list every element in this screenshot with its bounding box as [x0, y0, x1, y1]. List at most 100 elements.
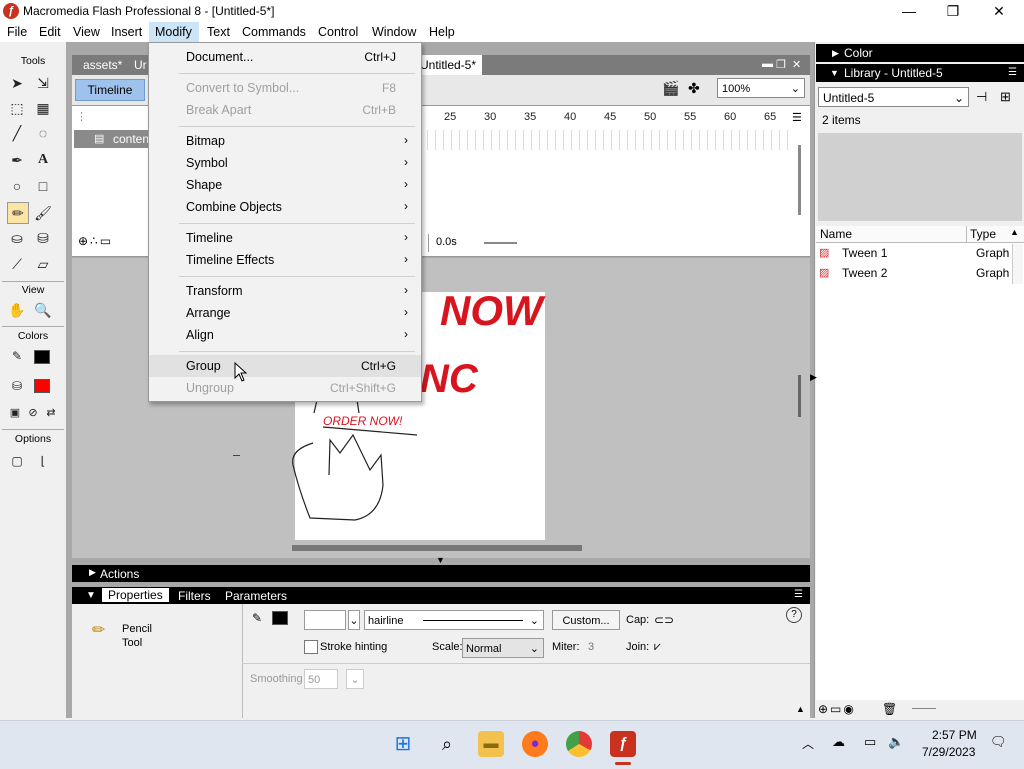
panel-options-icon[interactable]: ☰ — [1008, 64, 1017, 82]
brush-tool-icon[interactable]: 🖌 — [32, 202, 54, 224]
chevron-down-icon[interactable]: ⌄ — [348, 610, 360, 630]
tab-filters[interactable]: Filters — [178, 589, 211, 603]
sort-icon[interactable]: ▲ — [1010, 227, 1019, 237]
resize-icon[interactable]: ▲ — [796, 704, 805, 714]
menu-insert[interactable]: Insert — [111, 25, 142, 39]
rectangle-tool-icon[interactable]: □ — [32, 175, 54, 197]
new-library-panel-icon[interactable]: ⊞ — [1000, 89, 1011, 105]
layer-buttons-icons[interactable]: ⊕∴▭ — [78, 234, 113, 248]
library-footer-icons[interactable]: ⊕▭◉ — [818, 702, 856, 716]
stroke-color-swatch[interactable] — [272, 611, 288, 625]
free-transform-tool-icon[interactable]: ⬚ — [6, 97, 28, 119]
maximize-button[interactable]: ❐ — [930, 0, 976, 22]
panel-collapse-icon[interactable]: ▼ — [436, 555, 445, 565]
windows-start-icon[interactable]: ⊞ — [390, 731, 416, 757]
eraser-tool-icon[interactable]: ▱ — [32, 253, 54, 275]
stage-hscroll[interactable] — [292, 545, 582, 551]
actions-panel-header[interactable]: ▶ Actions — [72, 565, 810, 582]
minimize-button[interactable]: — — [886, 0, 932, 22]
list-item[interactable]: ▨ Tween 2 Graph — [816, 265, 1014, 283]
color-panel-header[interactable]: ▶ Color — [816, 44, 1024, 62]
edit-scene-icon[interactable]: 🎬 — [662, 80, 679, 97]
tab-parameters[interactable]: Parameters — [225, 589, 287, 603]
firefox-icon[interactable]: ● — [522, 731, 548, 757]
layer-row[interactable]: ▤ conten — [74, 130, 149, 148]
doc-close-icon[interactable]: ✕ — [792, 58, 801, 71]
stroke-hinting-checkbox[interactable] — [304, 640, 318, 654]
chevron-down-icon[interactable]: ⌄ — [346, 669, 364, 689]
stroke-style-select[interactable]: hairline ⌄ — [364, 610, 544, 630]
menu-window[interactable]: Window — [372, 25, 416, 39]
pencil-tool-icon[interactable]: ✏ — [7, 202, 29, 224]
col-type-header[interactable]: Type — [970, 227, 996, 241]
custom-button[interactable]: Custom... — [552, 610, 620, 630]
stroke-color-swatch[interactable] — [34, 350, 50, 364]
menu-item-break-apart[interactable]: Break Apart Ctrl+B — [149, 99, 421, 121]
selection-tool-icon[interactable]: ➤ — [6, 72, 28, 94]
help-icon[interactable]: ? — [786, 607, 802, 623]
menu-item-convert-to-symbol[interactable]: Convert to Symbol... F8 — [149, 77, 421, 99]
ink-bottle-tool-icon[interactable]: ⛀ — [6, 227, 28, 249]
close-button[interactable]: ✕ — [976, 0, 1022, 22]
pin-library-icon[interactable]: ⊣ — [976, 89, 987, 105]
hand-tool-icon[interactable]: ✋ — [6, 299, 28, 321]
doc-tab-untitled[interactable]: Ur — [134, 58, 147, 72]
smoothing-input[interactable]: 50 — [304, 669, 338, 689]
menu-item-ungroup[interactable]: Ungroup Ctrl+Shift+G — [149, 377, 421, 399]
network-off-icon[interactable]: ☁ — [832, 734, 845, 750]
text-tool-icon[interactable]: A — [32, 149, 54, 171]
stage-text-now[interactable]: NOW — [440, 287, 543, 335]
stroke-height-input[interactable] — [304, 610, 346, 630]
subselection-tool-icon[interactable]: ⇲ — [32, 72, 54, 94]
doc-tab-assets[interactable]: assets* — [83, 58, 122, 72]
menu-edit[interactable]: Edit — [39, 25, 61, 39]
stage-pencil-drawing[interactable] — [285, 395, 435, 525]
menu-item-timeline[interactable]: Timeline › — [149, 227, 421, 249]
zoom-select[interactable]: 100% ⌄ — [717, 78, 805, 98]
chevron-up-icon[interactable]: ︿ — [802, 735, 814, 752]
line-tool-icon[interactable]: ╱ — [6, 122, 28, 144]
timeline-menu-icon[interactable]: ☰ — [792, 111, 802, 124]
menu-item-group[interactable]: Group Ctrl+G — [149, 355, 421, 377]
eyedropper-tool-icon[interactable]: ⟋ — [6, 253, 28, 275]
lasso-tool-icon[interactable]: ◌ — [32, 122, 54, 144]
edit-symbols-icon[interactable]: ✤ — [688, 80, 700, 97]
oval-tool-icon[interactable]: ○ — [6, 175, 28, 197]
gradient-transform-tool-icon[interactable]: ▦ — [32, 97, 54, 119]
panel-options-icon[interactable]: ☰ — [794, 589, 803, 600]
doc-min-icon[interactable]: ▬ — [762, 58, 773, 70]
menu-view[interactable]: View — [73, 25, 100, 39]
library-panel-header[interactable]: ▼ Library - Untitled-5 ☰ — [816, 64, 1024, 82]
join-select-icon[interactable]: ⩗ — [654, 639, 661, 654]
stage-vscroll[interactable] — [798, 375, 801, 417]
notifications-icon[interactable]: 🗨 — [990, 734, 1007, 750]
paint-bucket-tool-icon[interactable]: ⛁ — [32, 227, 54, 249]
col-name-header[interactable]: Name — [820, 227, 852, 241]
pen-tool-icon[interactable]: ✒ — [6, 149, 28, 171]
menu-item-align[interactable]: Align › — [149, 324, 421, 346]
timeline-vscroll[interactable] — [798, 145, 801, 215]
menu-item-combine-objects[interactable]: Combine Objects › — [149, 196, 421, 218]
zoom-tool-icon[interactable]: 🔍 — [32, 299, 54, 321]
clock-time[interactable]: 2:57 PM — [932, 728, 977, 742]
menu-modify[interactable]: Modify — [155, 25, 192, 39]
swap-colors-icon[interactable]: ⇄ — [40, 402, 62, 424]
timeline-toggle-button[interactable]: Timeline — [75, 79, 145, 101]
tab-properties[interactable]: Properties — [102, 588, 169, 602]
menu-item-bitmap[interactable]: Bitmap › — [149, 130, 421, 152]
file-explorer-icon[interactable]: ▬ — [478, 731, 504, 757]
menu-item-arrange[interactable]: Arrange › — [149, 302, 421, 324]
frames-row[interactable] — [420, 130, 795, 150]
object-drawing-icon[interactable]: ▢ — [6, 450, 28, 472]
collapse-icon[interactable]: ▼ — [86, 590, 96, 601]
timeline-hscroll[interactable] — [484, 242, 517, 244]
library-vscroll[interactable] — [1012, 244, 1023, 284]
menu-control[interactable]: Control — [318, 25, 358, 39]
library-document-select[interactable]: Untitled-5 ⌄ — [818, 87, 969, 107]
fill-color-swatch[interactable] — [34, 379, 50, 393]
chrome-icon[interactable] — [566, 731, 592, 757]
list-item[interactable]: ▨ Tween 1 Graph — [816, 245, 1014, 263]
scale-select[interactable]: Normal ⌄ — [462, 638, 544, 658]
doc-tab-active[interactable]: Untitled-5* — [412, 55, 482, 75]
menu-item-timeline-effects[interactable]: Timeline Effects › — [149, 249, 421, 271]
